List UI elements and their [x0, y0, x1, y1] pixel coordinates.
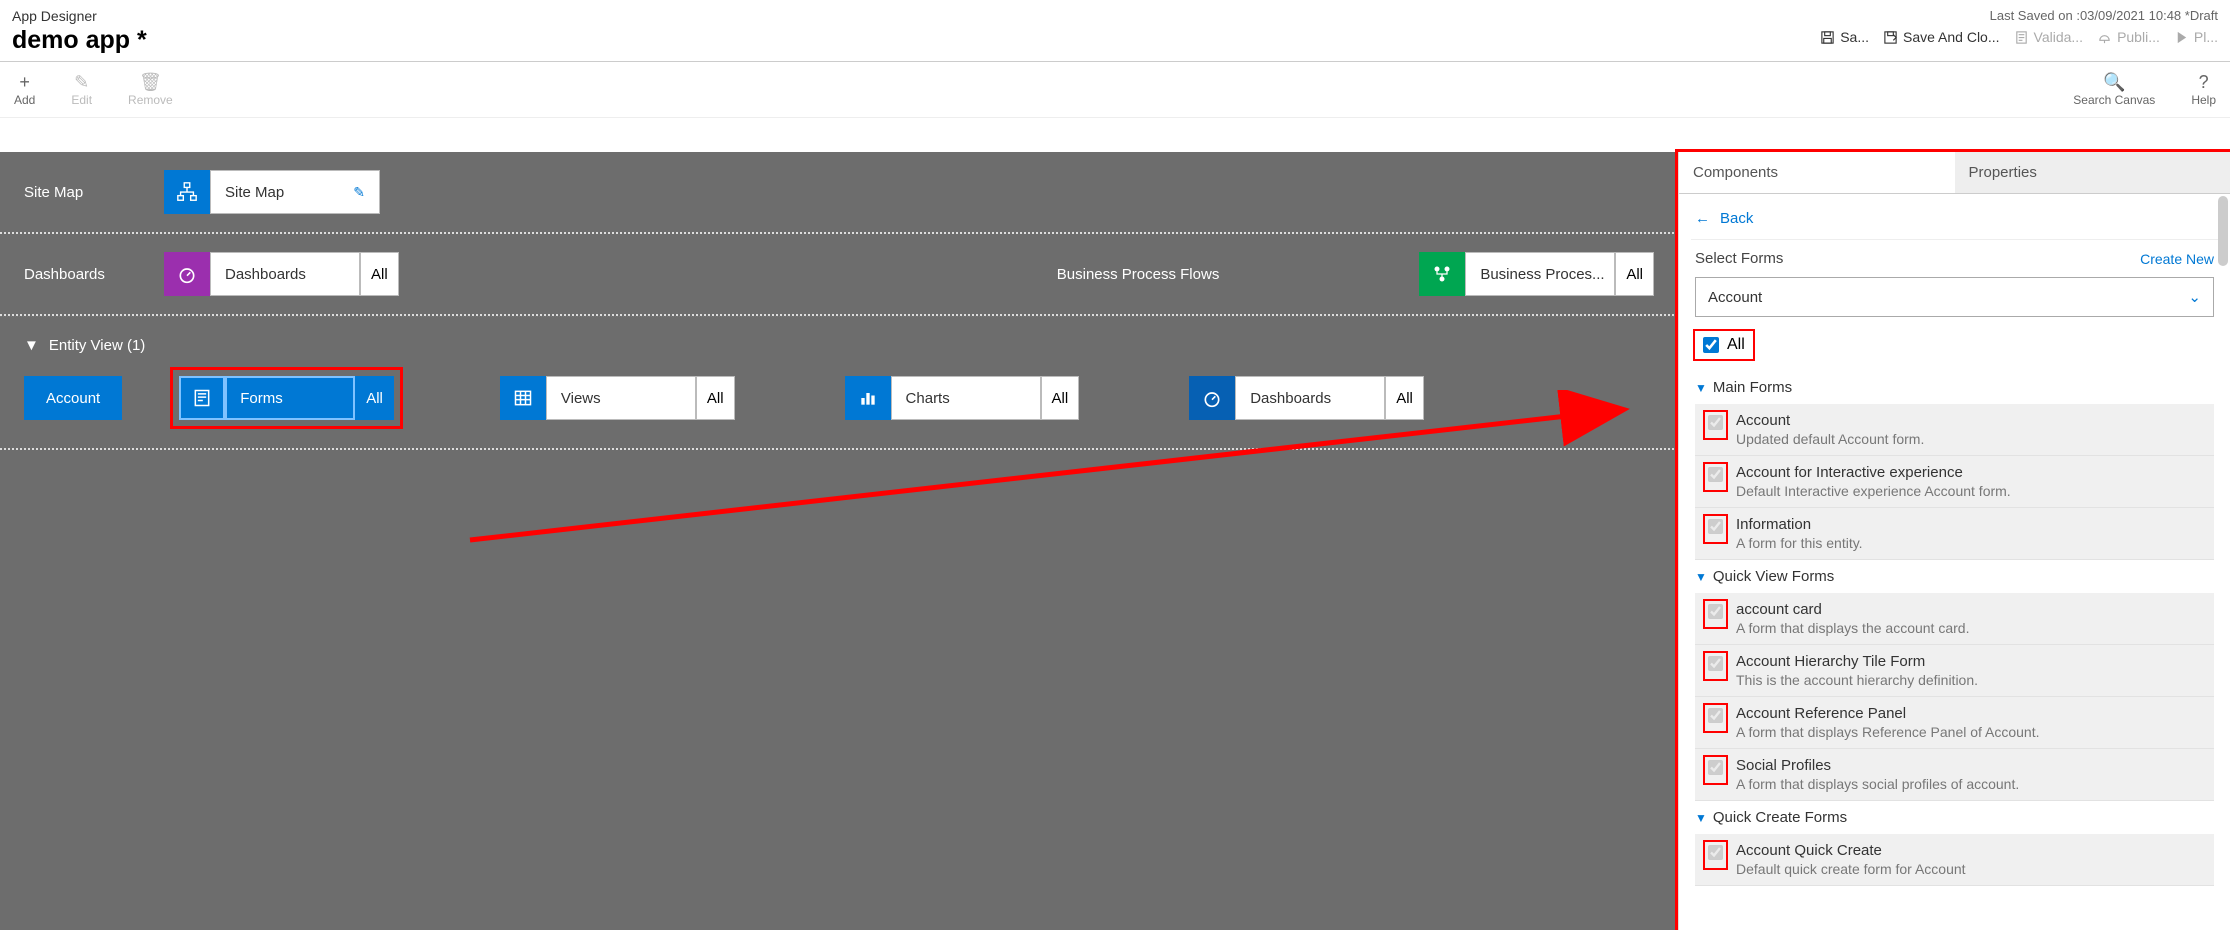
group-quick-view-forms[interactable]: ▼ Quick View Forms — [1695, 568, 2214, 585]
bpf-label: Business Process Flows — [1057, 266, 1220, 283]
help-icon: ? — [2199, 73, 2209, 91]
search-canvas-button[interactable]: 🔍 Search Canvas — [2073, 73, 2155, 107]
help-button[interactable]: ? Help — [2191, 73, 2216, 107]
tab-properties[interactable]: Properties — [1955, 152, 2230, 193]
dashboards-block[interactable]: Dashboards All — [164, 252, 399, 296]
caret-down-icon: ▼ — [1695, 570, 1707, 584]
charts-all[interactable]: All — [1041, 376, 1080, 420]
save-and-close-button[interactable]: Save And Clo... — [1883, 29, 2000, 45]
sitemap-label: Site Map — [24, 184, 164, 201]
search-icon: 🔍 — [2103, 73, 2125, 91]
validate-button[interactable]: Valida... — [2014, 29, 2084, 45]
entity-dash-all[interactable]: All — [1385, 376, 1424, 420]
back-button[interactable]: ← Back — [1691, 204, 2218, 240]
bpf-icon — [1419, 252, 1465, 296]
form-item[interactable]: Information A form for this entity. — [1695, 508, 2214, 560]
play-button[interactable]: Pl... — [2174, 29, 2218, 45]
forms-all[interactable]: All — [355, 376, 394, 420]
save-icon — [1820, 30, 1835, 45]
form-item[interactable]: Account for Interactive experience Defau… — [1695, 456, 2214, 508]
charts-asset[interactable]: Charts All — [845, 376, 1080, 420]
side-panel: Components Properties ← Back Select Form… — [1678, 152, 2230, 930]
entity-dropdown[interactable]: Account ⌄ — [1695, 277, 2214, 317]
save-button[interactable]: Sa... — [1820, 29, 1869, 45]
validate-icon — [2014, 30, 2029, 45]
caret-down-icon: ▼ — [1695, 811, 1707, 825]
select-forms-label: Select Forms — [1695, 250, 1783, 267]
canvas[interactable]: Site Map Site Map ✎ Dashboards Dashboard… — [0, 152, 1678, 930]
app-name: demo app * — [12, 26, 147, 55]
save-status: Last Saved on :03/09/2021 10:48 *Draft — [1820, 8, 2218, 23]
sitemap-text: Site Map — [225, 184, 284, 201]
toolbar: + Add ✎ Edit 🗑 Remove 🔍 Search Canvas ? … — [0, 62, 2230, 118]
edit-button[interactable]: ✎ Edit — [71, 73, 92, 107]
form-item[interactable]: Account Quick Create Default quick creat… — [1695, 834, 2214, 886]
views-icon — [500, 376, 546, 420]
chevron-down-icon: ⌄ — [2188, 288, 2201, 306]
dashboards-label: Dashboards — [24, 266, 164, 283]
form-item[interactable]: Account Updated default Account form. — [1695, 404, 2214, 456]
dashboards-all[interactable]: All — [360, 252, 399, 296]
create-new-link[interactable]: Create New — [2140, 251, 2214, 267]
form-item[interactable]: account card A form that displays the ac… — [1695, 593, 2214, 645]
page-title: App Designer — [12, 8, 147, 24]
group-quick-create-forms[interactable]: ▼ Quick Create Forms — [1695, 809, 2214, 826]
publish-icon — [2097, 30, 2112, 45]
pencil-icon: ✎ — [74, 73, 89, 91]
form-item[interactable]: Account Hierarchy Tile Form This is the … — [1695, 645, 2214, 697]
bpf-block[interactable]: Business Proces... All — [1419, 252, 1654, 296]
sitemap-block[interactable]: Site Map ✎ — [164, 170, 380, 214]
forms-icon — [179, 376, 225, 420]
sitemap-icon — [164, 170, 210, 214]
entity-view-header[interactable]: ▼ Entity View (1) — [0, 316, 1678, 360]
save-close-icon — [1883, 30, 1898, 45]
panel-scrollbar[interactable] — [2218, 196, 2228, 266]
edit-sitemap-icon[interactable]: ✎ — [353, 184, 365, 201]
header-bar: App Designer demo app * Last Saved on :0… — [0, 0, 2230, 62]
caret-down-icon: ▼ — [1695, 381, 1707, 395]
all-checkbox[interactable]: All — [1695, 331, 1753, 359]
forms-asset[interactable]: Forms All — [179, 376, 394, 420]
form-item[interactable]: Social Profiles A form that displays soc… — [1695, 749, 2214, 801]
tab-components[interactable]: Components — [1679, 152, 1955, 193]
plus-icon: + — [19, 73, 30, 91]
group-main-forms[interactable]: ▼ Main Forms — [1695, 379, 2214, 396]
dashboards-icon — [164, 252, 210, 296]
publish-button[interactable]: Publi... — [2097, 29, 2160, 45]
form-item[interactable]: Account Reference Panel A form that disp… — [1695, 697, 2214, 749]
remove-button[interactable]: 🗑 Remove — [128, 73, 173, 107]
add-button[interactable]: + Add — [14, 73, 35, 107]
views-asset[interactable]: Views All — [500, 376, 735, 420]
entity-account[interactable]: Account — [24, 376, 122, 420]
entity-dashboards-asset[interactable]: Dashboards All — [1189, 376, 1424, 420]
views-all[interactable]: All — [696, 376, 735, 420]
chevron-down-icon: ▼ — [24, 337, 39, 354]
charts-icon — [845, 376, 891, 420]
trash-icon: 🗑 — [139, 73, 162, 91]
entity-dash-icon — [1189, 376, 1235, 420]
play-icon — [2174, 30, 2189, 45]
arrow-left-icon: ← — [1695, 210, 1710, 227]
bpf-all[interactable]: All — [1615, 252, 1654, 296]
